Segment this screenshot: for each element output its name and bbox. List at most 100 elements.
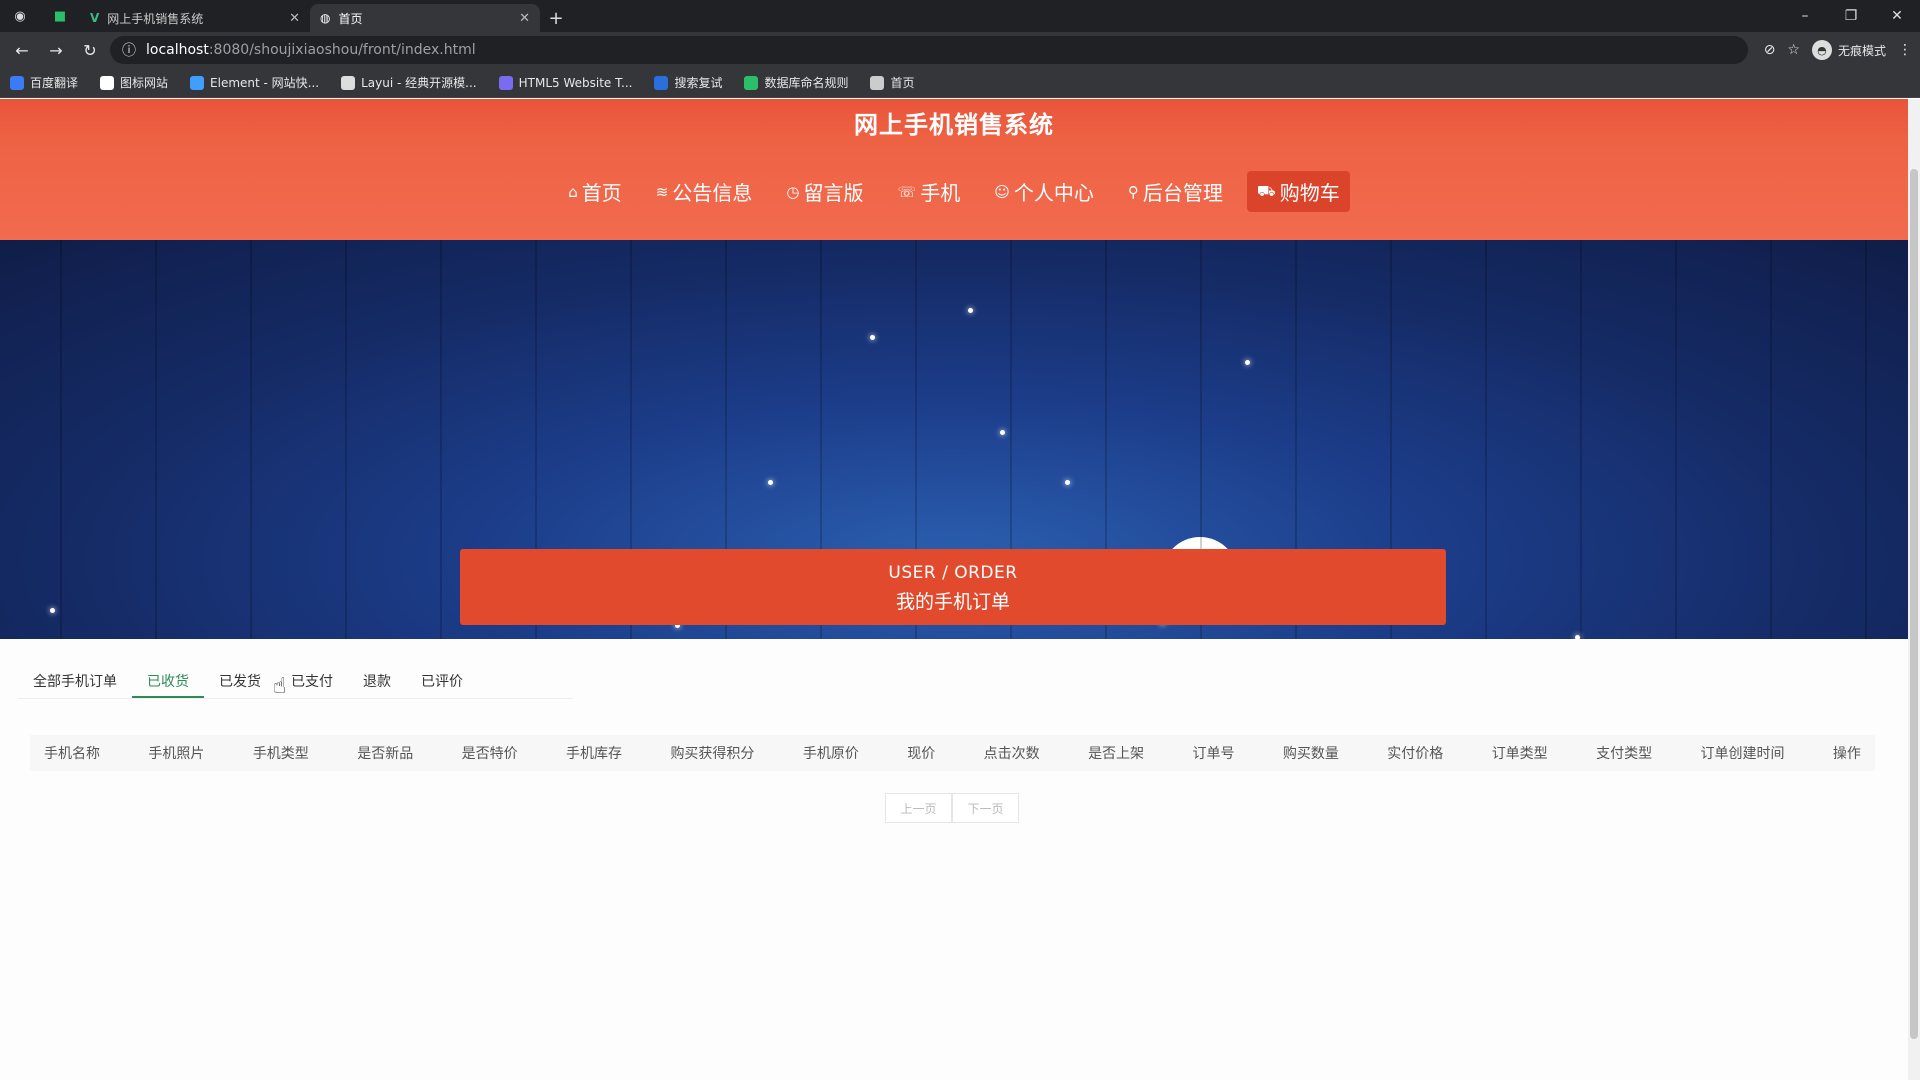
star-icon [1065,480,1070,485]
nav-item-3[interactable]: ☏ 手机 [887,171,970,212]
bookmark-icon [190,75,205,90]
bookmark-label: 数据库命名规则 [764,76,849,90]
column-header: 是否特价 [461,746,518,762]
banner-plank [1485,240,1487,639]
next-page-button[interactable]: 下一页 [952,793,1019,823]
pagination: 上一页 下一页 [885,793,1019,823]
prev-page-button[interactable]: 上一页 [885,793,952,823]
nav-item-6[interactable]: ⛟ 购物车 [1246,171,1350,212]
column-header: 操作 [1832,746,1861,762]
tab-title: 网上手机销售系统 [107,11,204,26]
page-scrollbar[interactable] [1908,99,1920,1080]
bookmark-item[interactable]: 数据库命名规则 [744,74,848,91]
list-icon: ≋ [655,182,669,201]
order-tab[interactable]: 已收货 [132,663,204,698]
column-header: 现价 [907,746,936,762]
star-icon [1575,635,1580,639]
bookmark-item[interactable]: 首页 [870,74,915,91]
nav-item-2[interactable]: ◷ 留言版 [776,171,873,212]
restore-icon[interactable]: ❐ [1828,0,1874,32]
user-icon: ☺ [994,182,1010,201]
nav-item-5[interactable]: ⚲ 后台管理 [1118,171,1233,212]
star-icon [1245,360,1250,365]
cart-icon: ⛟ [1256,181,1276,200]
bookmark-label: 百度翻译 [30,76,79,90]
site-title: 网上手机销售系统 [854,111,1054,139]
phone-icon: ☏ [897,182,917,201]
bookmark-item[interactable]: Element - 网站快... [190,74,319,91]
info-icon[interactable]: ⓘ [122,40,136,60]
globe-icon: ◍ [320,11,331,25]
nav-item-4[interactable]: ☺ 个人中心 [984,171,1104,212]
bookmark-item[interactable]: Layui - 经典开源模... [341,74,477,91]
pinned-tab-icon[interactable]: ■ [40,0,80,32]
column-header: 手机类型 [252,746,309,762]
banner-plank [60,240,62,639]
order-tab[interactable]: 已评价 [406,663,478,698]
star-icon [1000,430,1005,435]
banner-plank [155,240,157,639]
column-header: 实付价格 [1387,746,1444,762]
banner-plank [1770,240,1772,639]
minimize-icon[interactable]: – [1782,0,1828,32]
column-header: 手机原价 [802,746,859,762]
banner-plank [250,240,252,639]
nav-item-label: 首页 [581,181,622,205]
browser-toolbar: ← → ↻ ⓘ localhost:8080/shoujixiaoshou/fr… [0,32,1920,68]
nav-item-label: 个人中心 [1013,181,1094,205]
star-icon [768,480,773,485]
column-header: 订单创建时间 [1700,746,1785,762]
banner-plank [345,240,347,639]
profile-button[interactable]: ◓ 无痕模式 [1811,40,1886,60]
tab-title: 首页 [338,11,363,26]
profile-label: 无痕模式 [1837,43,1886,58]
reload-icon[interactable]: ↻ [76,36,104,64]
star-icon [870,335,875,340]
bookmark-icon [870,75,885,90]
browser-tab-1[interactable]: V 网上手机销售系统 ✕ [80,4,310,32]
browser-tab-2[interactable]: ◍ 首页 ✕ [310,4,540,32]
bookmark-icon [744,75,759,90]
eye-off-icon[interactable]: ⊘ [1764,42,1776,58]
bookmarks-bar: 百度翻译 图标网站 Element - 网站快... Layui - 经典开源模...… [0,68,1920,98]
column-header: 订单号 [1192,746,1235,762]
bookmark-icon [341,75,356,90]
column-header: 购买获得积分 [670,746,755,762]
bookmark-item[interactable]: 搜索复试 [654,74,722,91]
bookmark-icon [654,75,669,90]
nav-item-label: 后台管理 [1142,181,1223,205]
order-status-tabs: 全部手机订单 已收货 已发货 已支付 退款 已评价 [18,663,573,699]
browser-menu-icon[interactable]: ◉ [0,0,40,32]
order-tab[interactable]: 全部手机订单 [18,663,132,698]
tab-close-icon[interactable]: ✕ [289,11,300,26]
hand-cursor-icon: ☝ [273,674,287,699]
more-menu-icon[interactable]: ⋮ [1898,42,1912,58]
bookmark-item[interactable]: HTML5 Website T... [498,75,632,90]
back-icon[interactable]: ← [8,36,36,64]
tab-close-icon[interactable]: ✕ [519,11,530,26]
nav-item-1[interactable]: ≋ 公告信息 [646,171,763,212]
url-path: :8080/shoujixiaoshou/front/index.html [208,42,476,58]
star-icon [968,308,973,313]
order-tab[interactable]: 退款 [348,663,406,698]
address-bar[interactable]: ⓘ localhost:8080/shoujixiaoshou/front/in… [110,36,1748,64]
bookmark-item[interactable]: 图标网站 [100,74,168,91]
nav-item-label: 留言版 [803,181,864,205]
bookmark-item[interactable]: 百度翻译 [10,74,78,91]
nav-item-label: 公告信息 [672,181,753,205]
close-window-icon[interactable]: ✕ [1874,0,1920,32]
scrollbar-thumb[interactable] [1910,169,1918,1039]
column-header: 是否上架 [1088,746,1145,762]
url-host: localhost [146,42,209,58]
column-header: 支付类型 [1596,746,1653,762]
order-table-header: 手机名称 手机照片 手机类型 是否新品 是否特价 手机库存 购买获得积分 手机原价 现价 点击次数… [30,735,1875,771]
order-section-title: USER / ORDER 我的手机订单 [460,549,1446,625]
order-tab[interactable]: 已支付 [276,663,348,698]
new-tab-button[interactable]: + [540,4,572,32]
star-icon[interactable]: ☆ [1787,42,1800,58]
column-header: 手机照片 [148,746,205,762]
forward-icon[interactable]: → [42,36,70,64]
order-tab[interactable]: 已发货 [204,663,276,698]
bookmark-icon [10,75,24,90]
nav-item-0[interactable]: ⌂ 首页 [558,171,632,212]
